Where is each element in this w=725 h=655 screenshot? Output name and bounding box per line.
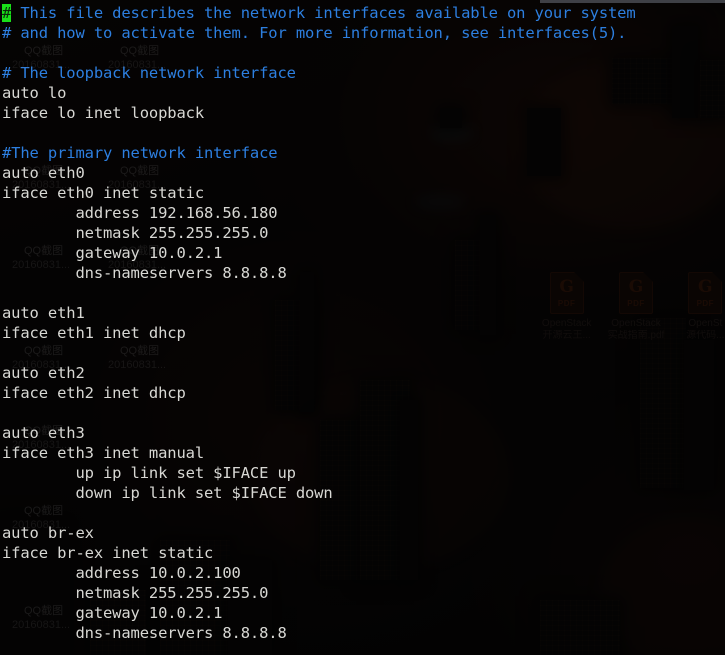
- editor-line: #The primary network interface: [2, 143, 725, 163]
- editor-line: # The loopback network interface: [2, 63, 725, 83]
- config-text: auto eth3: [2, 424, 85, 442]
- config-text: auto br-ex: [2, 524, 94, 542]
- text-cursor: #: [2, 4, 12, 22]
- comment-text: # and how to activate them. For more inf…: [2, 24, 627, 42]
- config-text: iface eth1 inet dhcp: [2, 324, 186, 342]
- editor-line: iface eth3 inet manual: [2, 443, 725, 463]
- editor-line: auto eth2: [2, 363, 725, 383]
- editor-line: netmask 255.255.255.0: [2, 583, 725, 603]
- config-text: iface eth3 inet manual: [2, 444, 204, 462]
- editor-line: auto lo: [2, 83, 725, 103]
- config-text: dns-nameservers 8.8.8.8: [2, 624, 287, 642]
- editor-line: # and how to activate them. For more inf…: [2, 23, 725, 43]
- editor-line: # This file describes the network interf…: [2, 3, 725, 23]
- config-text: address 192.168.56.180: [2, 204, 278, 222]
- config-text: iface eth2 inet dhcp: [2, 384, 186, 402]
- editor-line: gateway 10.0.2.1: [2, 603, 725, 623]
- editor-line: iface eth0 inet static: [2, 183, 725, 203]
- editor-line: iface eth1 inet dhcp: [2, 323, 725, 343]
- comment-text: #The primary network interface: [2, 144, 278, 162]
- config-text: gateway 10.0.2.1: [2, 244, 223, 262]
- editor-line: down ip link set $IFACE down: [2, 483, 725, 503]
- editor-text-area[interactable]: # This file describes the network interf…: [2, 3, 725, 643]
- editor-line: dns-nameservers 8.8.8.8: [2, 263, 725, 283]
- editor-line: auto br-ex: [2, 523, 725, 543]
- comment-text: This file describes the network interfac…: [11, 4, 636, 22]
- config-text: auto eth2: [2, 364, 85, 382]
- config-text: auto lo: [2, 84, 67, 102]
- editor-line: gateway 10.0.2.1: [2, 243, 725, 263]
- config-text: up ip link set $IFACE up: [2, 464, 296, 482]
- editor-line: iface eth2 inet dhcp: [2, 383, 725, 403]
- editor-line: auto eth1: [2, 303, 725, 323]
- editor-line: dns-nameservers 8.8.8.8: [2, 623, 725, 643]
- config-text: iface eth0 inet static: [2, 184, 204, 202]
- config-text: down ip link set $IFACE down: [2, 484, 333, 502]
- config-text: gateway 10.0.2.1: [2, 604, 223, 622]
- comment-text: # The loopback network interface: [2, 64, 296, 82]
- editor-line: auto eth3: [2, 423, 725, 443]
- editor-line: iface br-ex inet static: [2, 543, 725, 563]
- config-text: dns-nameservers 8.8.8.8: [2, 264, 287, 282]
- config-text: auto eth1: [2, 304, 85, 322]
- editor-line: iface lo inet loopback: [2, 103, 725, 123]
- config-text: auto eth0: [2, 164, 85, 182]
- config-text: netmask 255.255.255.0: [2, 224, 269, 242]
- config-text: netmask 255.255.255.0: [2, 584, 269, 602]
- config-text: address 10.0.2.100: [2, 564, 241, 582]
- config-text: iface lo inet loopback: [2, 104, 204, 122]
- config-text: iface br-ex inet static: [2, 544, 214, 562]
- editor-line: auto eth0: [2, 163, 725, 183]
- terminal-window[interactable]: # This file describes the network interf…: [0, 0, 725, 655]
- editor-line: netmask 255.255.255.0: [2, 223, 725, 243]
- editor-line: address 10.0.2.100: [2, 563, 725, 583]
- editor-line: address 192.168.56.180: [2, 203, 725, 223]
- editor-line: up ip link set $IFACE up: [2, 463, 725, 483]
